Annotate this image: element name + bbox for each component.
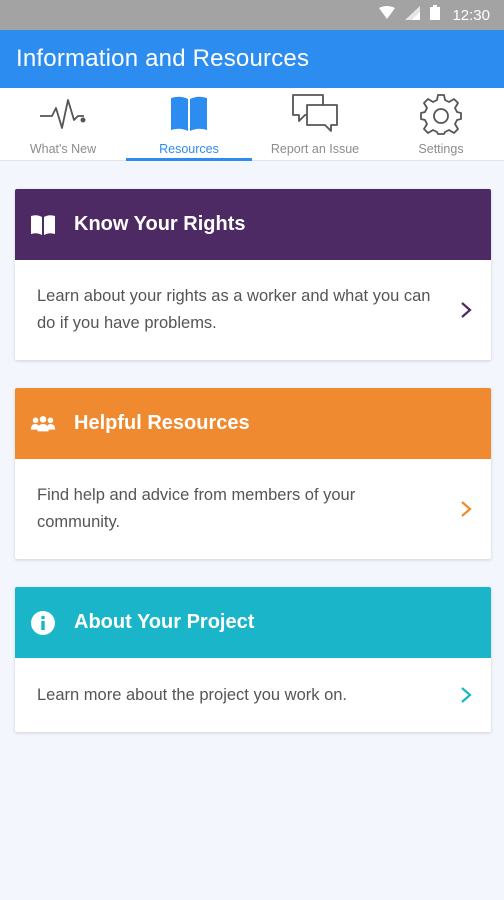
tab-whats-new[interactable]: What's New [0, 88, 126, 161]
card-body: Learn about your rights as a worker and … [15, 260, 491, 360]
card-description: Learn about your rights as a worker and … [37, 287, 431, 332]
card-header: About Your Project [15, 587, 491, 658]
chevron-right-icon [459, 685, 473, 705]
card-description: Learn more about the project you work on… [37, 685, 348, 704]
tab-label: Settings [418, 142, 464, 156]
tab-label: Resources [159, 142, 219, 156]
book-icon [30, 212, 56, 238]
card-description: Find help and advice from members of you… [37, 486, 356, 531]
card-title: Helpful Resources [74, 412, 250, 434]
people-icon [30, 411, 56, 437]
helpful-resources-card[interactable]: Helpful Resources Find help and advice f… [15, 388, 491, 559]
tab-label: What's New [29, 142, 97, 156]
chevron-right-icon [459, 499, 473, 519]
status-bar: 12:30 [0, 0, 504, 30]
wifi-icon [379, 5, 396, 25]
battery-icon [430, 5, 441, 25]
card-header: Helpful Resources [15, 388, 491, 459]
card-title: Know Your Rights [74, 213, 246, 235]
active-tab-indicator [126, 158, 252, 161]
chat-bubbles-icon [291, 92, 339, 136]
status-time: 12:30 [452, 6, 490, 24]
tab-report-issue[interactable]: Report an Issue [252, 88, 378, 161]
heartbeat-icon [38, 92, 88, 136]
card-body: Find help and advice from members of you… [15, 459, 491, 559]
info-icon [30, 610, 56, 636]
app-bar: Information and Resources [0, 30, 504, 88]
signal-icon [405, 5, 421, 25]
tab-bar: What's New Resources Report an Issue Set… [0, 88, 504, 161]
about-your-project-card[interactable]: About Your Project Learn more about the … [15, 587, 491, 732]
tab-label: Report an Issue [270, 142, 360, 156]
chevron-right-icon [459, 300, 473, 320]
gear-icon [420, 92, 462, 136]
card-header: Know Your Rights [15, 189, 491, 260]
know-your-rights-card[interactable]: Know Your Rights Learn about your rights… [15, 189, 491, 360]
tab-settings[interactable]: Settings [378, 88, 504, 161]
card-body: Learn more about the project you work on… [15, 658, 491, 732]
tab-resources[interactable]: Resources [126, 88, 252, 161]
open-book-icon [168, 92, 210, 136]
card-title: About Your Project [74, 611, 255, 633]
page-title: Information and Resources [16, 45, 310, 72]
